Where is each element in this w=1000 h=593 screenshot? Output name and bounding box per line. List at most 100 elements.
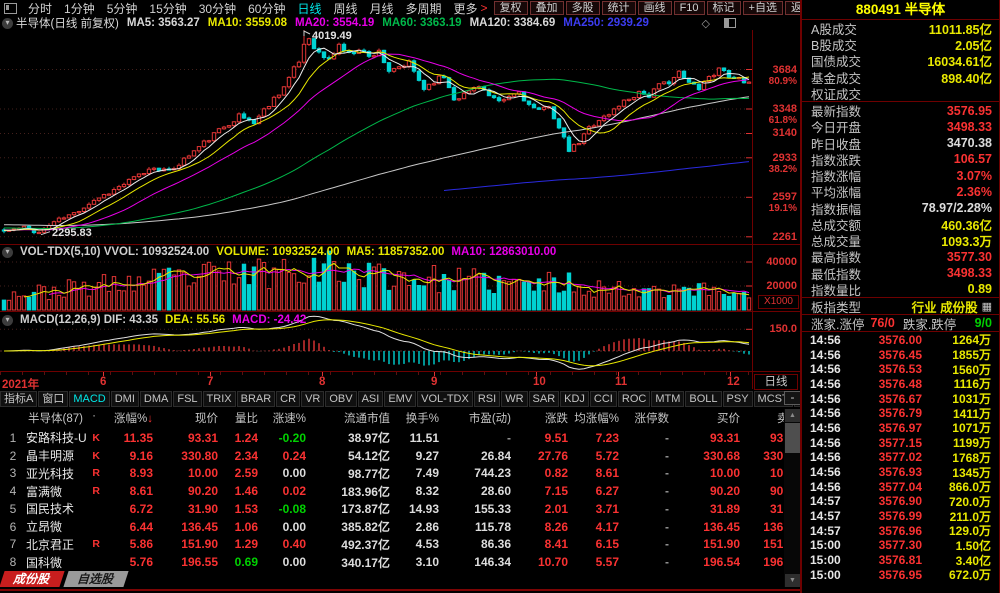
indicator-tab-emv[interactable]: EMV [384, 391, 416, 407]
period-tab-5[interactable]: 60分钟 [242, 0, 291, 17]
indicator-tab-psy[interactable]: PSY [723, 391, 753, 407]
indicator-tab-roc[interactable]: ROC [618, 391, 650, 407]
scroll-down-icon[interactable]: ▼ [785, 574, 800, 587]
period-tab-4[interactable]: 30分钟 [193, 0, 242, 17]
period-tab-9[interactable]: 多周期 [400, 0, 448, 17]
indicator-tab-trix[interactable]: TRIX [203, 391, 236, 407]
chevron-right-icon[interactable]: > [481, 1, 492, 15]
advance-value: 76/0 [870, 316, 894, 330]
period-tab-6[interactable]: 日线 [291, 0, 327, 17]
scroll-up-icon[interactable]: ▲ [785, 409, 800, 422]
indicator-tab-macd[interactable]: MACD [69, 391, 109, 407]
indicator-tab-cci[interactable]: CCI [590, 391, 617, 407]
stock-row-1[interactable]: 1安路科技-UK11.3593.311.24-0.2038.97亿11.51-9… [0, 429, 785, 447]
indicator-tab-vol-tdx[interactable]: VOL-TDX [417, 391, 473, 407]
toolbar-button-2[interactable]: 多股 [566, 1, 600, 15]
col-header-8[interactable]: 均涨幅% [571, 410, 622, 426]
indicator-tab-wr[interactable]: WR [501, 391, 527, 407]
symbol-header[interactable]: 880491 半导体 [802, 0, 999, 20]
indicator-tab-cr[interactable]: CR [276, 391, 300, 407]
indicator-tab-dmi[interactable]: DMI [111, 391, 139, 407]
cell-0: 6.44 [104, 520, 156, 534]
grid-icon[interactable]: ▦ [982, 300, 992, 313]
symbol-name: 半导体 [905, 2, 946, 17]
col-header-3[interactable]: 涨速% [261, 410, 309, 426]
chart-mode-icon[interactable] [724, 18, 736, 28]
stock-mark: R [92, 485, 100, 497]
indicator-tab-asi[interactable]: ASI [358, 391, 384, 407]
tick-row-12: 14:573576.99211.0万 [802, 509, 999, 524]
stock-row-4[interactable]: 4富满微R8.6190.201.460.02183.96亿8.3228.607.… [0, 482, 785, 500]
indicator-tab-obv[interactable]: OBV [325, 391, 356, 407]
period-tab-7[interactable]: 周线 [327, 0, 363, 17]
toolbar-button-6[interactable]: 标记 [707, 1, 741, 15]
stock-mark: R [92, 538, 100, 550]
stock-row-2[interactable]: 2晶丰明源K9.16330.802.340.2454.12亿9.2726.842… [0, 447, 785, 465]
cell-7: 2.01 [514, 502, 571, 516]
indicator-tab-boll[interactable]: BOLL [685, 391, 721, 407]
indicator-tab-fsl[interactable]: FSL [173, 391, 201, 407]
collapse-volume-icon[interactable]: ▾ [2, 247, 13, 258]
toolbar-button-1[interactable]: 叠加 [530, 1, 564, 15]
panel-row-国债成交: 国债成交16034.61亿 [802, 53, 999, 69]
cell-0: 8.61 [104, 484, 156, 498]
table-scroll-strip: - ▲ ▼ [784, 391, 801, 589]
stock-row-6[interactable]: 6立昂微6.44136.451.060.00385.82亿2.86115.788… [0, 518, 785, 536]
collapse-main-icon[interactable]: ▾ [2, 18, 13, 29]
tick-list[interactable]: 14:563576.001264万14:563576.451855万14:563… [802, 332, 999, 582]
table-title-cell[interactable]: 半导体(87) · [0, 410, 104, 426]
collapse-macd-icon[interactable]: ▾ [2, 315, 13, 326]
stock-mark: R [92, 467, 100, 479]
toolbar-button-5[interactable]: F10 [674, 1, 705, 15]
stock-row-5[interactable]: 5国民技术6.7231.901.53-0.08173.87亿14.93155.3… [0, 500, 785, 518]
stock-row-3[interactable]: 3亚光科技R8.9310.002.590.0098.77亿7.49744.230… [0, 465, 785, 483]
col-header-9[interactable]: 涨停数 [622, 410, 672, 426]
col-header-5[interactable]: 换手% [393, 410, 442, 426]
period-more[interactable]: 更多 [448, 0, 484, 17]
main-candle-chart[interactable] [0, 30, 752, 244]
indicator-tab-mtm[interactable]: MTM [651, 391, 684, 407]
period-indicator-box[interactable]: 日线 [754, 374, 798, 390]
month-tick [536, 372, 537, 376]
indicator-group-tab-1[interactable]: 窗口 [38, 391, 68, 407]
toolbar-button-0[interactable]: 复权 [494, 1, 528, 15]
period-tab-3[interactable]: 15分钟 [143, 0, 192, 17]
tick-row-15: 15:003576.813.40亿 [802, 553, 999, 568]
board-type-row[interactable]: 板指类型 行业 成份股 ▦ [802, 298, 999, 315]
col-header-6[interactable]: 市盈(动) [442, 410, 514, 426]
layout-icon[interactable] [4, 3, 17, 14]
month-tick [210, 372, 211, 376]
panel-row-最低指数: 最低指数3498.33 [802, 265, 999, 281]
indicator-tab-kdj[interactable]: KDJ [560, 391, 589, 407]
toolbar-button-3[interactable]: 统计 [602, 1, 636, 15]
indicator-group-tab-0[interactable]: 指标A [0, 391, 37, 407]
tab-watchlist[interactable]: 自选股 [63, 571, 128, 587]
scrollbar-track[interactable]: ▲ ▼ [784, 409, 801, 587]
stock-row-7[interactable]: 7北京君正R5.86151.901.290.40492.37亿4.5386.36… [0, 536, 785, 554]
indicator-tab-dma[interactable]: DMA [140, 391, 172, 407]
cell-9: - [622, 555, 672, 569]
diamond-icon[interactable]: ◇ [702, 17, 710, 30]
col-header-0[interactable]: 涨幅%↓ [104, 410, 156, 426]
tab-constituents[interactable]: 成份股 [0, 571, 65, 587]
indicator-tab-brar[interactable]: BRAR [237, 391, 276, 407]
col-header-7[interactable]: 涨跌 [514, 410, 571, 426]
cell-0: 5.86 [104, 537, 156, 551]
cell-6: 115.78 [442, 520, 514, 534]
toolbar-button-7[interactable]: +自选 [743, 1, 783, 15]
tick-row-11: 14:573576.90720.0万 [802, 494, 999, 509]
collapse-table-button[interactable]: - [784, 391, 801, 405]
scrollbar-thumb[interactable] [785, 423, 800, 453]
stock-row-8[interactable]: 8国科微5.76196.550.690.00340.17亿3.10146.341… [0, 553, 785, 571]
period-tab-8[interactable]: 月线 [364, 0, 400, 17]
toolbar-button-4[interactable]: 画线 [638, 1, 672, 15]
cell-7: 9.51 [514, 431, 571, 445]
col-header-4[interactable]: 流通市值 [309, 410, 393, 426]
indicator-tab-rsi[interactable]: RSI [474, 391, 500, 407]
stock-name: 北京君正R [26, 536, 104, 553]
indicator-tab-vr[interactable]: VR [301, 391, 324, 407]
col-header-1[interactable]: 现价 [156, 410, 221, 426]
indicator-tab-sar[interactable]: SAR [529, 391, 560, 407]
col-header-10[interactable]: 买价 [672, 410, 743, 426]
col-header-2[interactable]: 量比 [221, 410, 261, 426]
